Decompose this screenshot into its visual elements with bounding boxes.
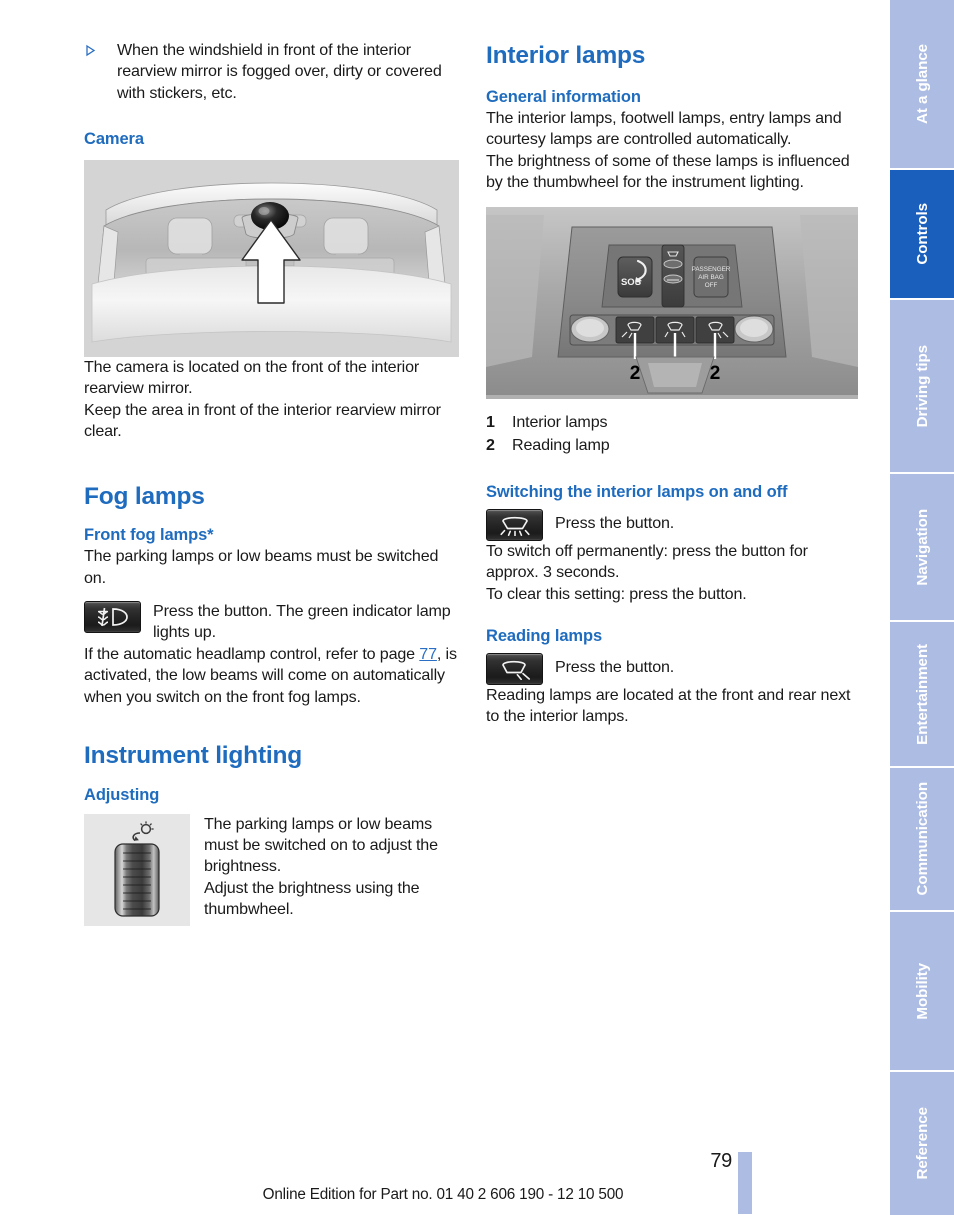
- sidebar-tab-driving-tips[interactable]: Driving tips: [890, 300, 954, 472]
- sidebar-tab-label: Controls: [913, 203, 931, 265]
- reading-lamp-icon: [501, 660, 530, 680]
- reading-lamp-button[interactable]: [486, 652, 543, 685]
- sos-label: SOS: [621, 277, 641, 288]
- reading-lamp-button-text: Press the button.: [555, 657, 675, 676]
- camera-paragraph-1: The camera is located on the front of th…: [84, 357, 420, 398]
- camera-paragraph-2: Keep the area in front of the interior r…: [84, 400, 441, 441]
- switching-interior-lamps-subheading: Switching the interior lamps on and off: [486, 482, 788, 501]
- sidebar-tab-controls[interactable]: Controls: [890, 170, 954, 298]
- adjusting-paragraph-2: Adjust the brightness using the thumbwhe…: [204, 878, 420, 919]
- sidebar-tab-communication[interactable]: Communication: [890, 768, 954, 910]
- thumbwheel-figure: [84, 813, 190, 926]
- content-columns: When the windshield in front of the inte…: [84, 40, 874, 1130]
- intro-bullet-text: When the windshield in front of the inte…: [117, 41, 442, 102]
- overhead-console-figure: SOS PASSENGER AIR BAG OFF 2 2: [486, 207, 858, 400]
- sidebar-tab-at-a-glance[interactable]: At a glance: [890, 0, 954, 168]
- switching-paragraph-2: To clear this setting: press the button.: [486, 584, 747, 603]
- page-reference-link[interactable]: 77: [419, 645, 437, 663]
- manual-page: When the windshield in front of the inte…: [0, 0, 954, 1215]
- sidebar-tab-label: At a glance: [913, 44, 931, 124]
- reading-lamps-paragraph-1: Reading lamps are located at the front a…: [486, 685, 851, 726]
- triangle-bullet-icon: [84, 40, 117, 57]
- interior-lamps-heading: Interior lamps: [486, 42, 646, 69]
- footer-edition-note: Online Edition for Part no. 01 40 2 606 …: [262, 1186, 624, 1203]
- left-column: When the windshield in front of the inte…: [84, 40, 459, 926]
- right-column: Interior lamps General information The i…: [486, 40, 861, 728]
- sidebar-tab-label: Communication: [913, 782, 931, 896]
- front-fog-lamp-icon: [97, 607, 128, 627]
- airbag-label-line2: AIR BAG: [698, 274, 724, 281]
- fog-para2-part-a: If the automatic headlamp control, refer…: [84, 644, 420, 663]
- legend-row: 2 Reading lamp: [486, 434, 861, 457]
- front-fog-lamps-subheading: Front fog lamps*: [84, 526, 214, 545]
- interior-lamp-icon: [499, 516, 530, 536]
- legend-row: 1 Interior lamps: [486, 411, 861, 434]
- sidebar-tab-entertainment[interactable]: Entertainment: [890, 622, 954, 766]
- sidebar-tab-mobility[interactable]: Mobility: [890, 912, 954, 1070]
- interior-lamp-button-text: Press the button.: [555, 513, 675, 532]
- sidebar-tab-label: Entertainment: [913, 643, 931, 745]
- sidebar-tab-navigation[interactable]: Navigation: [890, 474, 954, 620]
- front-fog-lamps-paragraph-2: If the automatic headlamp control, refer…: [84, 644, 459, 708]
- interior-lamp-button-row: Press the button.: [486, 508, 861, 541]
- switching-paragraph-1: To switch off permanently: press the but…: [486, 541, 808, 582]
- camera-heading: Camera: [84, 130, 144, 149]
- page-number-strip: [738, 1152, 752, 1214]
- thumbwheel-row: The parking lamps or low beams must be s…: [84, 813, 459, 926]
- legend-number: 2: [486, 436, 495, 455]
- sidebar-tab-label: Mobility: [913, 962, 931, 1020]
- general-information-subheading: General information: [486, 87, 641, 106]
- adjusting-subheading: Adjusting: [84, 785, 160, 804]
- fog-lamp-button-row: Press the button. The green indicator la…: [84, 601, 459, 644]
- thumbwheel-text-block: The parking lamps or low beams must be s…: [190, 814, 459, 921]
- fog-lamp-button-text: Press the button. The green indicator la…: [153, 602, 451, 642]
- console-legend: 1 Interior lamps 2 Reading lamp: [486, 411, 861, 457]
- camera-figure: [84, 159, 459, 357]
- general-information-paragraph-2: The brightness of some of these lamps is…: [486, 151, 850, 191]
- legend-label: Interior lamps: [512, 413, 608, 432]
- front-fog-lamps-paragraph-1: The parking lamps or low beams must be s…: [84, 547, 439, 587]
- fog-lamp-button[interactable]: [84, 601, 141, 634]
- airbag-label-line1: PASSENGER: [692, 266, 731, 273]
- interior-lamp-button[interactable]: [486, 508, 543, 541]
- reading-lamps-subheading: Reading lamps: [486, 626, 603, 645]
- fog-lamps-heading: Fog lamps: [84, 482, 205, 510]
- legend-label: Reading lamp: [512, 436, 610, 455]
- sidebar-tab-label: Reference: [913, 1107, 931, 1180]
- instrument-lighting-heading: Instrument lighting: [84, 741, 303, 769]
- section-tabs: At a glance Controls Driving tips Naviga…: [890, 0, 954, 1215]
- airbag-label-line3: OFF: [705, 282, 718, 289]
- reading-lamp-button-row: Press the button.: [486, 652, 861, 685]
- intro-bullet-item: When the windshield in front of the inte…: [84, 40, 459, 104]
- sidebar-tab-reference[interactable]: Reference: [890, 1072, 954, 1215]
- legend-number: 1: [486, 413, 495, 432]
- general-information-paragraph-1: The interior lamps, footwell lamps, entr…: [486, 108, 842, 149]
- sidebar-tab-label: Navigation: [913, 508, 931, 586]
- page-number: 79: [710, 1150, 732, 1172]
- sidebar-tab-label: Driving tips: [913, 344, 931, 428]
- adjusting-paragraph-1: The parking lamps or low beams must be s…: [204, 814, 438, 876]
